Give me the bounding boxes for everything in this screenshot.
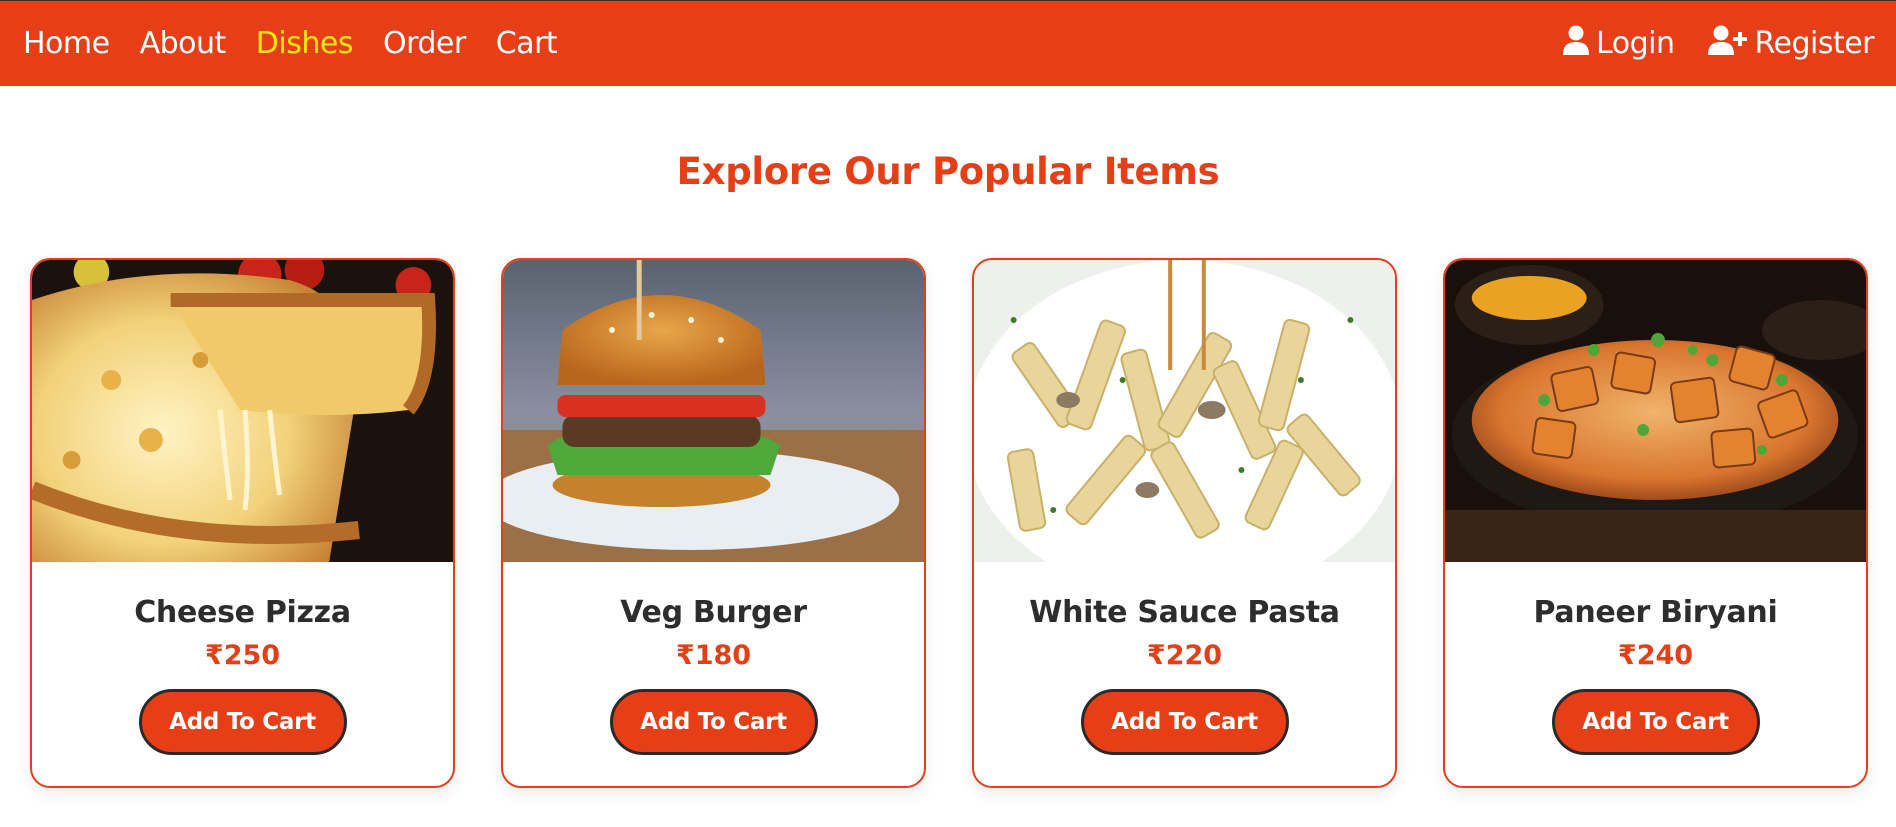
nav-link-home[interactable]: Home	[23, 26, 110, 61]
add-to-cart-button[interactable]: Add To Cart	[1551, 689, 1760, 755]
dish-card: Cheese Pizza ₹250 Add To Cart	[30, 258, 455, 788]
login-link[interactable]: Login	[1562, 25, 1675, 63]
register-label: Register	[1754, 26, 1874, 61]
dish-price: ₹180	[675, 640, 752, 671]
dish-cards: Cheese Pizza ₹250 Add To Cart Veg Burger…	[30, 258, 1868, 788]
section-title: Explore Our Popular Items	[676, 150, 1220, 193]
dish-name: Cheese Pizza	[134, 595, 351, 630]
dish-card: White Sauce Pasta ₹220 Add To Cart	[972, 258, 1397, 788]
nav-link-about[interactable]: About	[140, 26, 227, 61]
top-navbar: Home About Dishes Order Cart Login Regis…	[0, 0, 1896, 86]
add-to-cart-button[interactable]: Add To Cart	[609, 689, 818, 755]
register-link[interactable]: Register	[1708, 25, 1874, 63]
dish-card: Veg Burger ₹180 Add To Cart	[501, 258, 926, 788]
nav-link-order[interactable]: Order	[383, 26, 466, 61]
dish-price: ₹250	[204, 640, 281, 671]
login-label: Login	[1596, 26, 1675, 61]
dish-price: ₹240	[1617, 640, 1694, 671]
nav-link-cart[interactable]: Cart	[496, 26, 558, 61]
user-icon	[1562, 25, 1596, 63]
dish-name: Paneer Biryani	[1533, 595, 1778, 630]
nav-link-dishes[interactable]: Dishes	[256, 26, 354, 61]
add-to-cart-button[interactable]: Add To Cart	[1080, 689, 1289, 755]
white-sauce-pasta-photo	[974, 260, 1395, 562]
add-to-cart-button[interactable]: Add To Cart	[138, 689, 347, 755]
cheese-pizza-photo	[32, 260, 453, 562]
dish-price: ₹220	[1146, 640, 1223, 671]
paneer-biryani-photo	[1445, 260, 1866, 562]
dish-name: White Sauce Pasta	[1029, 595, 1340, 630]
auth-links: Login Register	[1528, 25, 1874, 63]
nav-links: Home About Dishes Order Cart	[23, 26, 587, 61]
veg-burger-photo	[503, 260, 924, 562]
dish-card: Paneer Biryani ₹240 Add To Cart	[1443, 258, 1868, 788]
user-plus-icon	[1708, 25, 1754, 63]
dish-name: Veg Burger	[620, 595, 807, 630]
